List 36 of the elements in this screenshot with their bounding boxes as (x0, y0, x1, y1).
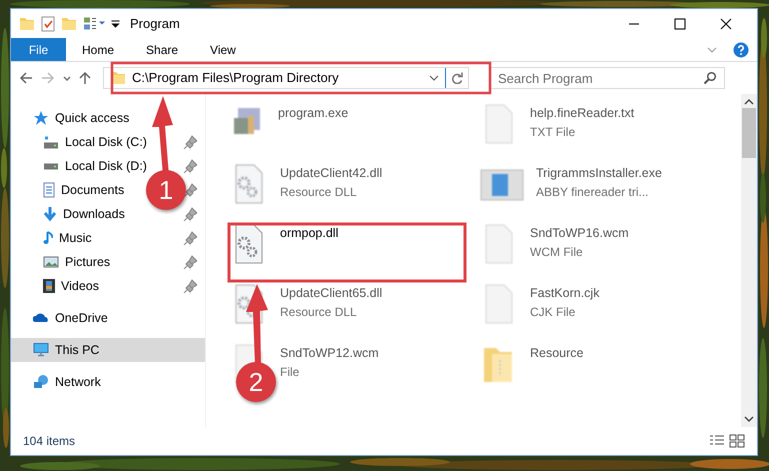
file-name[interactable]: SndToWP12.wcm (280, 344, 379, 363)
file-name[interactable]: program.exe (278, 104, 348, 123)
address-path: C:\Program Files\Program Directory (132, 70, 339, 86)
sidebar-item[interactable]: Videos (11, 274, 105, 298)
file-type: WCM File (530, 244, 584, 261)
item-count: 104 items (23, 433, 76, 450)
address-field[interactable]: C:\Program Files\Program Directory (103, 67, 469, 89)
sidebar-item[interactable]: Network (11, 370, 205, 394)
sidebar-item[interactable]: Quick access (11, 106, 205, 130)
file-name[interactable]: FastKorn.cjk (530, 284, 600, 303)
search-field[interactable]: Search Program (489, 67, 725, 89)
sidebar-item[interactable]: This PC (11, 338, 205, 362)
file-name[interactable]: UpdateClient65.dll (280, 284, 382, 303)
file-name[interactable]: ormpop.dll (280, 224, 338, 243)
file-type: ABBY finereader tri... (536, 184, 650, 201)
file-type: TXT File (530, 124, 576, 141)
window-title: Program (130, 14, 180, 33)
ribbon-tab[interactable]: File (11, 38, 66, 61)
sidebar-item[interactable]: Downloads (11, 202, 131, 226)
file-name[interactable]: Resource (530, 344, 584, 363)
file-name[interactable]: SndToWP16.wcm (530, 224, 629, 243)
sidebar-item[interactable]: Documents (11, 178, 130, 202)
sidebar-item[interactable]: Pictures (11, 250, 116, 274)
ribbon-tab[interactable]: Share (130, 38, 194, 61)
file-type: CJK File (530, 304, 576, 321)
file-type: Resource DLL (280, 184, 358, 201)
ribbon-tab[interactable]: Home (66, 38, 130, 61)
file-type: File (280, 364, 300, 381)
file-name[interactable]: help.fineReader.txt (530, 104, 634, 123)
file-type: Resource DLL (280, 304, 358, 321)
sidebar-item[interactable]: Music (11, 226, 98, 250)
file-name[interactable]: UpdateClient42.dll (280, 164, 382, 183)
ribbon-tab[interactable]: View (194, 38, 252, 61)
sidebar-item[interactable]: Local Disk (C:) (11, 130, 153, 154)
sidebar-item[interactable]: OneDrive (11, 306, 205, 330)
file-name[interactable]: TrigrammsInstaller.exe (536, 164, 662, 183)
